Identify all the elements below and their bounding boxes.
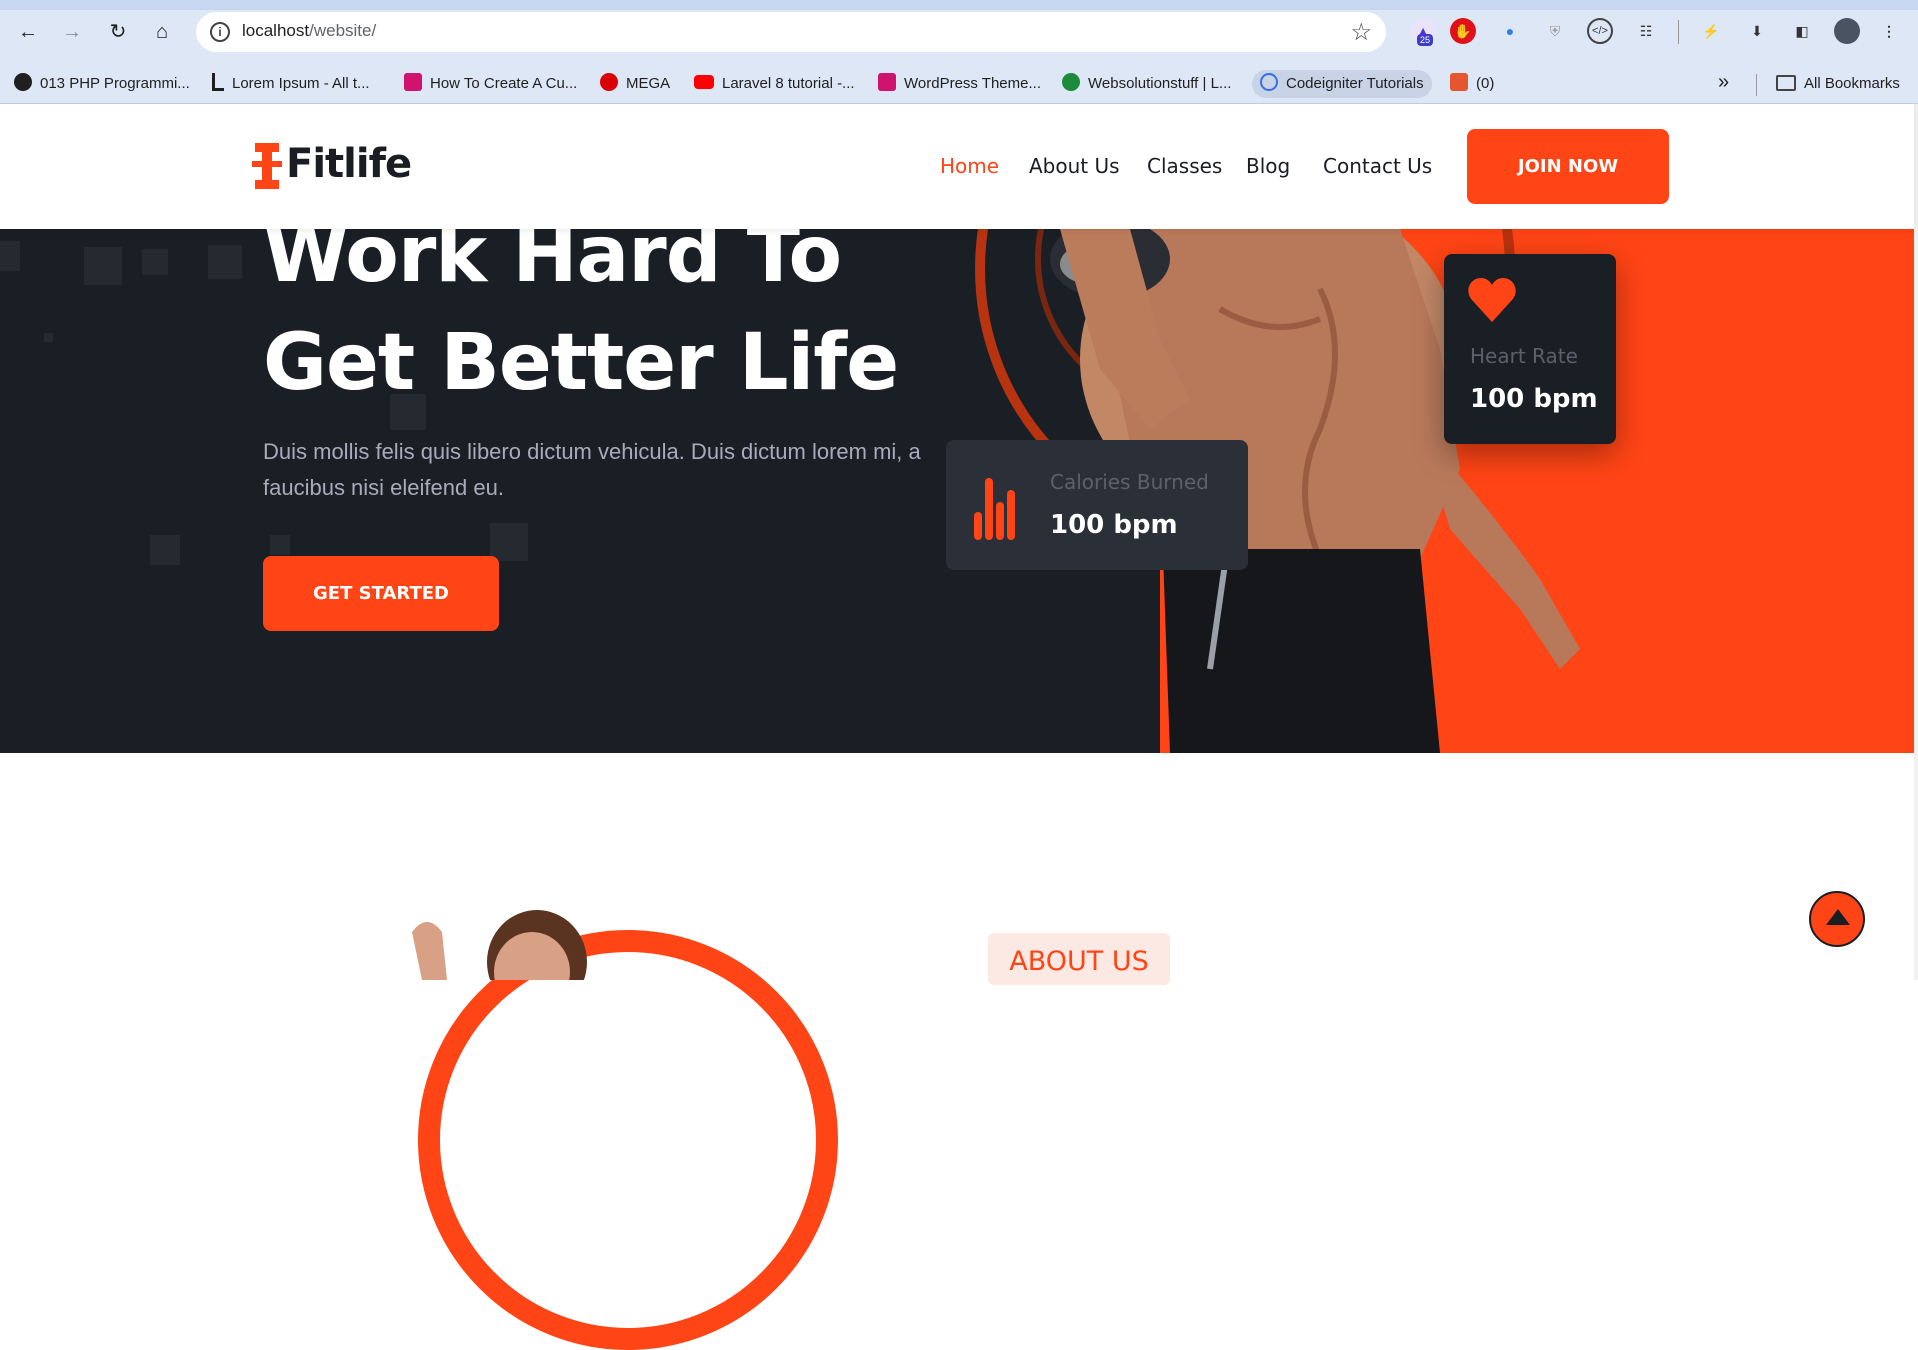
bookmark-label: Laravel 8 tutorial -... (722, 75, 855, 92)
bookmarks-bar: 013 PHP Programmi... Lorem Ipsum - All t… (0, 64, 1918, 104)
url-text[interactable]: localhost/website/ (242, 21, 376, 41)
react-icon (1260, 73, 1278, 91)
woman-image (412, 910, 587, 980)
menu-dots-icon[interactable]: ⋮ (1876, 18, 1902, 44)
bookmark-item[interactable]: WordPress Theme... (878, 70, 1041, 98)
performance-icon[interactable]: ⚡ (1698, 18, 1724, 44)
hero-title-line2: Get Better Life (263, 318, 899, 408)
arrow-up-icon (1826, 909, 1850, 925)
youtube-icon (694, 75, 714, 89)
bookmark-label: MEGA (626, 75, 671, 92)
adblock-icon[interactable]: ✋ (1450, 18, 1476, 44)
decor-square (0, 241, 20, 271)
extensions-puzzle-icon[interactable]: ☷ (1633, 18, 1659, 44)
scroll-to-top-button[interactable] (1809, 891, 1865, 947)
code-icon[interactable]: </> (1587, 18, 1613, 44)
all-bookmarks-label: All Bookmarks (1804, 75, 1900, 92)
bookmark-item[interactable]: Websolutionstuff | L... (1062, 70, 1231, 98)
bookmark-item[interactable]: MEGA (600, 70, 670, 98)
hero-title-line1: Work Hard To (263, 229, 842, 300)
calories-value: 100 bpm (1050, 510, 1178, 540)
bookmark-label: WordPress Theme... (904, 75, 1041, 92)
bookmark-label: Websolutionstuff | L... (1088, 75, 1232, 92)
more-bookmarks-icon[interactable]: » (1718, 70, 1729, 98)
decor-square (84, 247, 122, 285)
bookmark-label: 013 PHP Programmi... (40, 75, 190, 92)
back-icon[interactable]: ← (14, 18, 42, 46)
extension-badge: 25 (1417, 34, 1434, 46)
site-header: Fitlife Home About Us Classes Blog Conta… (0, 104, 1914, 229)
bookmark-item[interactable]: How To Create A Cu... (404, 70, 577, 98)
globe-icon (14, 73, 32, 91)
nav-classes[interactable]: Classes (1147, 154, 1222, 178)
decor-square (142, 249, 168, 275)
nav-blog[interactable]: Blog (1246, 154, 1290, 178)
edge-icon[interactable]: ● (1497, 18, 1523, 44)
vimeo-like-icon (878, 73, 896, 91)
heart-icon (1468, 278, 1516, 322)
nav-about-us[interactable]: About Us (1029, 154, 1120, 178)
bar-chart-icon (974, 478, 1015, 540)
tab-strip (0, 0, 1918, 10)
w-icon (1062, 73, 1080, 91)
bookmark-item[interactable]: Lorem Ipsum - All t... (212, 70, 370, 98)
about-image-ring (418, 930, 838, 1350)
decor-square (44, 333, 53, 342)
url-path: /website/ (309, 21, 377, 40)
side-panel-icon[interactable]: ◧ (1789, 18, 1815, 44)
bookmark-item[interactable]: 013 PHP Programmi... (14, 70, 190, 98)
vimeo-like-icon (404, 73, 422, 91)
join-now-button[interactable]: JOIN NOW (1467, 129, 1669, 204)
decor-square (490, 523, 528, 561)
bookmark-label: Codeigniter Tutorials (1286, 75, 1424, 92)
bookmark-label: (0) (1476, 75, 1495, 92)
avatar[interactable] (1834, 18, 1860, 44)
forward-icon[interactable]: → (58, 18, 86, 46)
lorem-icon (212, 73, 224, 91)
bookmark-item[interactable]: Codeigniter Tutorials (1252, 70, 1432, 98)
hero-title: Work Hard To Get Better Life (263, 229, 899, 417)
reload-icon[interactable]: ↻ (104, 18, 132, 46)
get-started-button[interactable]: GET STARTED (263, 556, 499, 631)
folder-icon (1776, 75, 1796, 91)
address-bar[interactable]: i localhost/website/ ☆ (196, 12, 1386, 52)
bookmark-label: How To Create A Cu... (430, 75, 578, 92)
nav-contact-us[interactable]: Contact Us (1323, 154, 1432, 178)
mega-icon (600, 73, 618, 91)
bookmark-item[interactable]: Laravel 8 tutorial -... (694, 70, 855, 98)
about-us-badge: ABOUT US (988, 933, 1170, 985)
html-icon (1450, 73, 1468, 91)
calories-label: Calories Burned (1050, 470, 1209, 494)
logo-text: Fitlife (286, 141, 412, 187)
home-icon[interactable]: ⌂ (148, 18, 176, 46)
shield-icon[interactable]: ⛨ (1542, 18, 1568, 44)
bookmark-label: Lorem Ipsum - All t... (232, 75, 370, 92)
hero-description: Duis mollis felis quis libero dictum veh… (263, 439, 921, 500)
decor-square (270, 535, 290, 555)
decor-square (208, 245, 242, 279)
all-bookmarks[interactable]: All Bookmarks (1776, 70, 1900, 98)
site-info-icon[interactable]: i (210, 22, 230, 42)
page-scrollbar[interactable] (1914, 104, 1918, 980)
decor-square (150, 535, 180, 565)
toolbar-divider (1678, 20, 1679, 44)
url-host: localhost (242, 21, 310, 40)
heart-rate-card: Heart Rate 100 bpm (1444, 254, 1616, 444)
nav-home[interactable]: Home (940, 154, 999, 178)
bookmark-item[interactable]: (0) (1450, 70, 1494, 98)
bookmark-star-icon[interactable]: ☆ (1350, 18, 1372, 47)
bookmarks-divider (1756, 74, 1757, 96)
heart-rate-label: Heart Rate (1470, 344, 1578, 368)
calories-card: Calories Burned 100 bpm (946, 440, 1248, 570)
heart-rate-value: 100 bpm (1470, 384, 1598, 414)
dumbbell-logo-icon (252, 143, 282, 189)
hero-section: Work Hard To Get Better Life Duis mollis… (0, 229, 1914, 753)
download-icon[interactable]: ⬇ (1744, 18, 1770, 44)
